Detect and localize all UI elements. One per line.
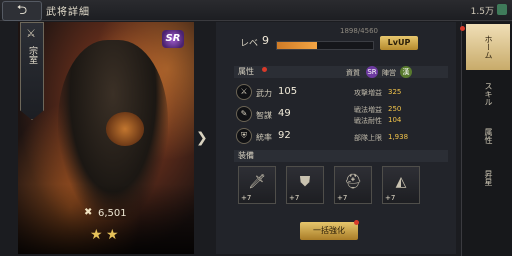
sub-stat-name: 部隊上限 [354, 134, 382, 142]
info-icon[interactable] [262, 67, 267, 72]
rarity-badge: SR [162, 30, 184, 48]
tab-notification-dot [460, 26, 465, 31]
sub-stat-value: 1,938 [388, 133, 409, 141]
tab-star-up[interactable]: 昇星 [466, 160, 510, 196]
portrait-shadow [18, 184, 194, 254]
stat-value: 49 [278, 108, 291, 119]
back-button[interactable]: ⮌ [2, 1, 42, 21]
sword-icon: ⚔ [26, 27, 36, 40]
force-icon: ⚔ [236, 84, 252, 100]
stat-name: 武力 [256, 89, 272, 98]
power-value: 6,501 [98, 208, 127, 219]
detail-panel [216, 22, 456, 254]
lvup-button[interactable]: LvUP [380, 36, 418, 50]
sub-stat-value: 250 [388, 105, 402, 113]
equip-level: +7 [289, 194, 300, 202]
stat-name: 統率 [256, 133, 272, 142]
exp-fill [277, 42, 318, 49]
stat-value: 105 [278, 86, 298, 97]
bulk-enhance-button[interactable]: 一括強化 [300, 222, 358, 240]
sword-icon: 🗡 [248, 174, 266, 190]
stat-value: 92 [278, 130, 291, 141]
portrait-mask [106, 112, 144, 146]
intellect-icon: ✎ [236, 106, 252, 122]
equipment-header: 装備 [234, 150, 448, 162]
level-value: 9 [262, 34, 269, 47]
equip-slot-helmet[interactable]: ⛑ +7 [334, 166, 372, 204]
command-icon: ⛨ [236, 128, 252, 144]
tab-home[interactable]: ホーム [466, 24, 510, 70]
equip-level: +7 [241, 194, 252, 202]
notification-dot [354, 220, 359, 225]
sub-stat-name: 戦法耐性 [354, 117, 382, 125]
camp-label: 陣営 [382, 69, 396, 77]
cloak-icon: ◭ [395, 174, 407, 190]
equip-slot-cloak[interactable]: ◭ +7 [382, 166, 420, 204]
helmet-icon: ⛑ [344, 174, 362, 190]
level-label: レベ [240, 39, 259, 49]
sub-stat-value: 325 [388, 88, 402, 96]
exp-text: 1898/4560 [340, 27, 378, 35]
faction-banner-text: 宗室 [27, 46, 37, 64]
power-icon: ✖ [84, 207, 93, 218]
equip-slot-armor[interactable]: ⛊ +7 [286, 166, 324, 204]
attributes-label: 属性 [238, 67, 254, 76]
tab-attributes[interactable]: 属性 [466, 118, 510, 154]
tab-skill[interactable]: スキル [466, 74, 510, 114]
currency-amount: 1.5万 [470, 7, 494, 17]
star-icon: ★ [90, 227, 103, 243]
camp-badge-icon: 漢 [400, 66, 412, 78]
sub-stat-value: 104 [388, 116, 402, 124]
general-portrait [18, 22, 194, 254]
sub-stat-name: 戦法増益 [354, 106, 382, 114]
page-title: 武将詳細 [46, 7, 90, 18]
quality-badge-icon: SR [366, 66, 378, 78]
star-icon: ★ [106, 227, 119, 243]
currency-icon [497, 4, 507, 15]
sub-stat-name: 攻撃増益 [354, 89, 382, 97]
exp-bar [276, 41, 374, 50]
stat-name: 智謀 [256, 111, 272, 120]
next-general-arrow[interactable]: ❯ [196, 130, 208, 146]
armor-icon: ⛊ [299, 174, 311, 190]
equipment-label: 装備 [238, 151, 254, 160]
equip-slot-weapon[interactable]: 🗡 +7 [238, 166, 276, 204]
quality-label: 資質 [346, 69, 360, 77]
equip-level: +7 [385, 194, 396, 202]
equip-level: +7 [337, 194, 348, 202]
